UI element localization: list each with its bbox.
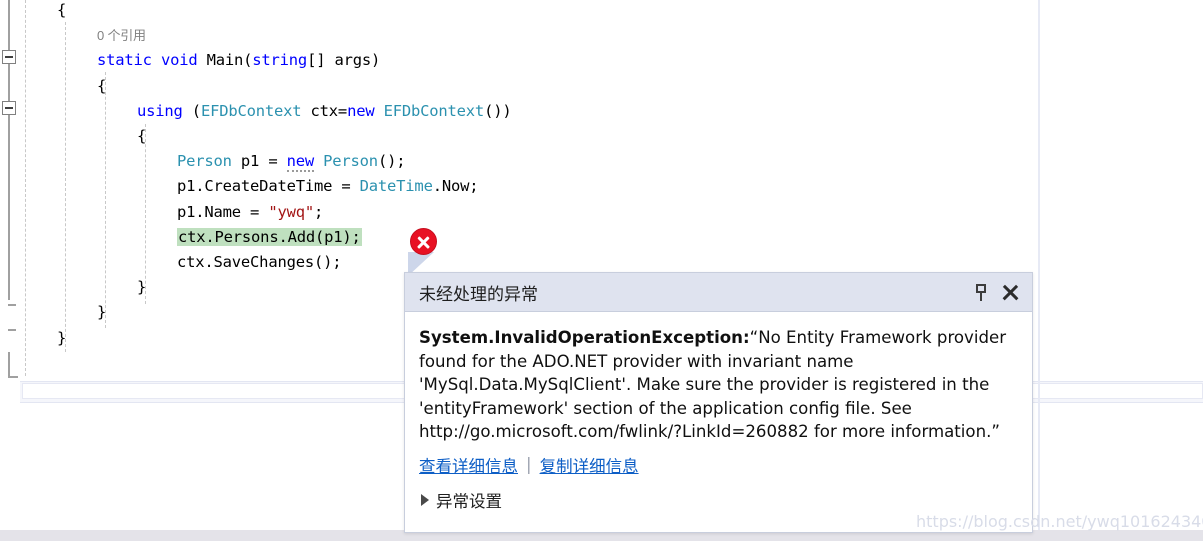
exception-settings-label: 异常设置 bbox=[436, 491, 502, 511]
error-exclamation-icon[interactable] bbox=[410, 228, 437, 255]
vertical-scrollbar-sliver[interactable] bbox=[1038, 0, 1040, 530]
code-text: ctx.SaveChanges(); bbox=[177, 253, 342, 271]
code-line: } bbox=[97, 304, 106, 321]
code-text: { bbox=[57, 1, 67, 19]
code-line: ctx.Persons.Add(p1); bbox=[177, 227, 362, 246]
close-icon[interactable] bbox=[1002, 284, 1019, 301]
indent-guide-3 bbox=[105, 72, 106, 328]
collapse-toggle-method[interactable] bbox=[2, 50, 16, 64]
exception-settings-expander[interactable]: 异常设置 bbox=[419, 488, 1016, 512]
code-line: { bbox=[97, 76, 107, 95]
popup-links-row: 查看详细信息 | 复制详细信息 bbox=[419, 453, 1016, 477]
popup-title-bar: 未经处理的异常 bbox=[405, 273, 1032, 312]
code-line: using (EFDbContext ctx=new EFDbContext()… bbox=[137, 101, 512, 120]
outlining-spine bbox=[8, 0, 10, 300]
code-line: Person p1 = new Person(); bbox=[177, 152, 406, 173]
watermark: https://blog.csdn.net/ywq1016243402 bbox=[916, 512, 1203, 531]
code-line: static void Main(string[] args) bbox=[97, 52, 380, 69]
code-text: p1.CreateDateTime = DateTime.Now; bbox=[177, 177, 479, 196]
outline-tick-2 bbox=[8, 329, 16, 331]
chevron-right-icon bbox=[421, 493, 429, 506]
code-line: p1.CreateDateTime = DateTime.Now; bbox=[177, 177, 479, 196]
code-text: } bbox=[137, 278, 147, 297]
code-text: p1.Name = "ywq"; bbox=[177, 202, 324, 221]
link-separator: | bbox=[526, 455, 532, 474]
code-text: 0 个引用 bbox=[97, 28, 146, 44]
code-line: ctx.SaveChanges(); bbox=[177, 253, 342, 271]
code-text: } bbox=[97, 303, 107, 322]
exception-type: System.InvalidOperationException: bbox=[419, 328, 750, 347]
highlighted-statement: ctx.Persons.Add(p1); bbox=[177, 227, 362, 246]
indent-guide-4 bbox=[145, 124, 146, 304]
indent-guide-2 bbox=[65, 22, 66, 352]
collapse-toggle-using[interactable] bbox=[2, 101, 16, 115]
unhandled-exception-popup[interactable]: 未经处理的异常 System.InvalidOperationException… bbox=[404, 272, 1033, 533]
code-text: { bbox=[97, 76, 107, 95]
code-text: static void Main(string[] args) bbox=[97, 51, 381, 70]
pin-icon[interactable] bbox=[974, 283, 988, 301]
code-line: p1.Name = "ywq"; bbox=[177, 202, 324, 221]
outlining-margin[interactable] bbox=[0, 0, 18, 390]
popup-body: System.InvalidOperationException:“No Ent… bbox=[405, 312, 1032, 512]
code-line: { bbox=[137, 128, 146, 145]
outline-tick-1 bbox=[8, 304, 16, 306]
code-text: } bbox=[57, 328, 67, 347]
code-line: { bbox=[57, 2, 66, 19]
code-line: 0 个引用 bbox=[97, 27, 146, 44]
code-line: } bbox=[57, 328, 67, 347]
code-text: Person p1 = new Person(); bbox=[177, 152, 406, 173]
popup-title-buttons bbox=[974, 283, 1019, 301]
outline-elbow-end bbox=[8, 352, 18, 378]
exception-message-paragraph: System.InvalidOperationException:“No Ent… bbox=[419, 326, 1016, 444]
view-details-link[interactable]: 查看详细信息 bbox=[419, 453, 518, 477]
code-line: } bbox=[137, 279, 146, 296]
code-text: using (EFDbContext ctx=new EFDbContext()… bbox=[137, 101, 512, 120]
popup-title: 未经处理的异常 bbox=[419, 284, 538, 305]
code-text: { bbox=[137, 127, 147, 145]
copy-details-link[interactable]: 复制详细信息 bbox=[540, 453, 639, 477]
indent-guide-1 bbox=[25, 0, 26, 376]
